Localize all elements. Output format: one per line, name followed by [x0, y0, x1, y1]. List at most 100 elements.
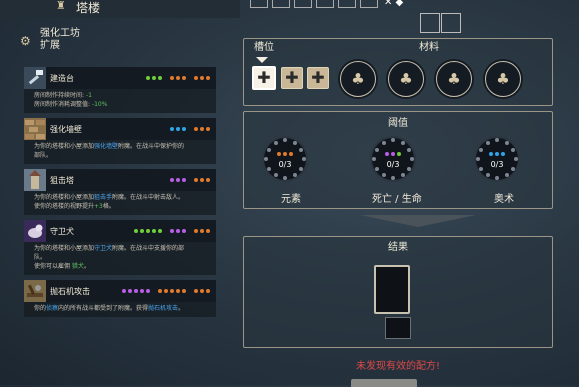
essence-dot	[182, 76, 186, 80]
essence-dot	[489, 152, 493, 156]
description-text: 使你的塔楼的视野提升	[34, 203, 95, 210]
top-marker-icons: ✕ ◆	[384, 0, 404, 8]
essence-dot	[277, 152, 281, 156]
essence-dot	[158, 289, 162, 293]
essence-dot	[283, 152, 287, 156]
top-slot[interactable]	[316, 0, 334, 8]
tree-emblem-icon: ♣	[496, 70, 510, 88]
ring-dot	[504, 140, 509, 145]
threshold-ring: 0/3	[370, 136, 416, 182]
material-slot-3[interactable]: ♣	[436, 61, 472, 97]
threshold-count: 0/3	[490, 160, 504, 169]
threshold-name: 元素	[281, 194, 301, 205]
essence-dot	[200, 229, 204, 233]
material-slot-1[interactable]: ♣	[340, 61, 376, 97]
description-text: 内的所有战斗都受到了附魔。获得	[58, 305, 149, 312]
essence-dot	[128, 289, 132, 293]
enchantment-description: 为你的塔楼和小屋添加狙击手附魔。在战斗中射击敌人。 使你的塔楼的视野提升+3格。	[24, 191, 216, 215]
top-slot[interactable]	[441, 13, 461, 33]
guard-dog-icon	[24, 220, 46, 242]
plus-icon: ✚	[257, 68, 271, 87]
essence-dot	[194, 127, 198, 131]
enchantment-card[interactable]: 狙击塔 为你的塔楼和小屋添加狙击手附魔。在战斗中射击敌人。 使你的塔楼的视野提升+3…	[24, 169, 216, 215]
enchantment-description: 为你的塔楼和小屋添加守卫犬附魔。在战斗中支援你的部 队。 使你可以雇佣 猎犬。	[24, 242, 216, 275]
material-slot-2[interactable]: ♣	[388, 61, 424, 97]
essence-dot	[164, 289, 168, 293]
plus-icon: ✚	[311, 68, 325, 87]
description-text: 附魔。在战斗中射击敌人。	[112, 194, 185, 201]
essence-dot	[194, 229, 198, 233]
sniper-tower-icon	[24, 169, 46, 191]
essence-dot	[176, 178, 180, 182]
ring-dot	[381, 173, 386, 178]
craft-button[interactable]	[351, 379, 417, 387]
slot-1[interactable]: ✚	[252, 66, 276, 90]
description-text: 为你的塔楼和小屋添加	[34, 245, 95, 252]
ring-dot	[266, 147, 271, 152]
essence-cost-dots	[146, 76, 210, 80]
threshold-dots	[489, 152, 505, 156]
top-bar	[0, 0, 240, 18]
description-text: 附魔。在战斗中保护你的	[118, 143, 185, 150]
gear-icon: ⚙	[20, 34, 31, 48]
essence-dot	[176, 127, 180, 131]
description-text: 使你可以雇佣	[34, 263, 72, 270]
ring-dot	[478, 147, 483, 152]
essence-dot	[176, 76, 180, 80]
enchantment-card[interactable]: 抛石机攻击 你的侦察内的所有战斗都受到了附魔。获得抛石机攻击。	[24, 280, 216, 317]
dot-spacer	[152, 289, 156, 293]
top-slot[interactable]	[272, 0, 290, 8]
essence-dot	[170, 289, 174, 293]
plus-icon: ✚	[285, 68, 299, 87]
material-slot-4[interactable]: ♣	[485, 61, 521, 97]
slot-2[interactable]: ✚	[281, 67, 303, 89]
essence-dot	[289, 152, 293, 156]
highlight-text: -10%	[91, 101, 108, 108]
top-slot[interactable]	[360, 0, 378, 8]
threshold-count: 0/3	[278, 160, 292, 169]
top-slot[interactable]	[294, 0, 312, 8]
ring-dot	[495, 138, 499, 142]
essence-dot	[194, 289, 198, 293]
ring-dot	[391, 138, 395, 142]
ring-dot	[292, 173, 297, 178]
enchantment-card[interactable]: 强化墙壁 为你的塔楼和小屋添加强化墙壁附魔。在战斗中保护你的 部队。	[24, 118, 216, 164]
slots-label: 槽位	[254, 42, 274, 53]
essence-dot	[176, 289, 180, 293]
ring-dot	[273, 173, 278, 178]
workshop-title-line1: 强化工坊	[40, 28, 80, 39]
slot-3[interactable]: ✚	[307, 67, 329, 89]
essence-dot	[134, 289, 138, 293]
ring-dot	[381, 140, 386, 145]
threshold-ring: 0/3	[262, 136, 308, 182]
essence-dot	[200, 127, 204, 131]
essence-dot	[391, 152, 395, 156]
description-text: 为你的塔楼和小屋添加	[34, 194, 95, 201]
essence-dot	[206, 229, 210, 233]
essence-dot	[158, 76, 162, 80]
result-slot[interactable]	[374, 265, 410, 314]
enchantment-card-header: 建造台	[24, 67, 216, 89]
highlight-text: 侦察	[46, 305, 59, 312]
catapult-icon	[24, 280, 46, 302]
result-secondary-slot[interactable]	[385, 317, 411, 339]
dot-spacer	[188, 229, 192, 233]
top-slot[interactable]	[420, 13, 440, 33]
ring-dot	[299, 147, 304, 152]
description-text: 。	[178, 305, 185, 312]
essence-dot	[206, 127, 210, 131]
threshold-name: 奥术	[494, 194, 514, 205]
tower-icon: ♜	[56, 0, 66, 12]
enchantment-card[interactable]: 建造台 房间制作持续时间: -1 房间制作消耗调整值: -10%	[24, 67, 216, 113]
top-slot[interactable]	[338, 0, 356, 8]
essence-dot	[146, 289, 150, 293]
top-slot[interactable]	[250, 0, 268, 8]
ring-dot	[292, 140, 297, 145]
enchantment-title: 狙击塔	[50, 175, 74, 185]
description-text: 附魔。在战斗中支援你的部	[112, 245, 185, 252]
threshold-dots	[385, 152, 401, 156]
enchantment-card[interactable]: 守卫犬 为你的塔楼和小屋添加守卫犬附魔。在战斗中支援你的部 队。 使你可以雇佣 猎犬。	[24, 220, 216, 275]
flow-arrow	[360, 215, 476, 227]
essence-dot	[146, 229, 150, 233]
dot-spacer	[164, 229, 168, 233]
